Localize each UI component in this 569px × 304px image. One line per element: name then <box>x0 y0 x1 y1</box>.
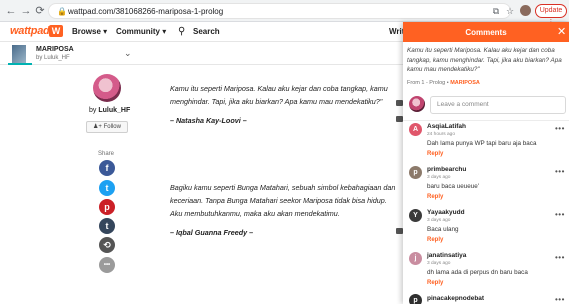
search-icon[interactable]: ⚲ <box>178 26 190 38</box>
author-byline: by Luluk_HF <box>89 107 130 114</box>
story-signature-2: – Iqbal Guanna Freedy – <box>170 228 254 237</box>
reply-button[interactable]: Reply <box>427 151 443 157</box>
inline-comment-icon[interactable] <box>396 116 403 122</box>
avatar[interactable]: A <box>409 123 422 136</box>
comment-author[interactable]: AsqiaLatifah <box>427 123 466 130</box>
comment-input[interactable]: Leave a comment <box>430 96 566 114</box>
forward-icon[interactable]: → <box>19 4 33 18</box>
pinterest-icon[interactable]: p <box>99 199 115 215</box>
chevron-down-icon[interactable]: ⌄ <box>124 48 132 59</box>
reply-button[interactable]: Reply <box>427 194 443 200</box>
avatar[interactable]: j <box>409 252 422 265</box>
reply-button[interactable]: Reply <box>427 280 443 286</box>
comments-panel: Comments ✕ Kamu itu seperti Mariposa. Ka… <box>403 22 569 304</box>
quote-source: From 1 - Prolog • MARIPOSA <box>407 80 480 86</box>
twitter-icon[interactable]: t <box>99 180 115 196</box>
more-options-icon[interactable]: ••• <box>555 296 565 304</box>
more-options-icon[interactable]: ••• <box>555 254 565 262</box>
tumblr-icon[interactable]: t <box>99 218 115 234</box>
comment-text: baru baca ueueue' <box>427 183 479 190</box>
comment-time: 3 days ago <box>427 261 451 266</box>
lock-icon: 🔒 <box>57 7 67 16</box>
search-input[interactable]: Search <box>193 27 220 36</box>
comments-title: Comments <box>465 28 507 37</box>
by-label: by <box>89 107 97 114</box>
more-share-icon[interactable]: ••• <box>99 257 115 273</box>
close-icon[interactable]: ✕ <box>557 25 566 39</box>
inline-comment-icon[interactable] <box>396 100 403 106</box>
bookmark-star-icon[interactable]: ☆ <box>504 5 516 17</box>
comment-author[interactable]: janatinsatiya <box>427 252 466 259</box>
facebook-icon[interactable]: f <box>99 160 115 176</box>
wattpad-logo[interactable]: wattpad <box>10 25 50 37</box>
comment-time: 24 hours ago <box>427 132 456 137</box>
update-button[interactable]: Update ⋮ <box>535 4 567 26</box>
quoted-paragraph: Kamu itu seperti Mariposa. Kalau aku kej… <box>407 47 562 73</box>
comment-author[interactable]: Yayaakyudd <box>427 209 465 216</box>
comment-author[interactable]: primbearchu <box>427 166 466 173</box>
comment-text: dh lama ada di perpus dn baru baca <box>427 269 528 276</box>
comments-header: Comments ✕ <box>403 22 569 42</box>
story-paragraph-2[interactable]: Bagiku kamu seperti Bunga Matahari, sebu… <box>170 181 396 220</box>
quote-source-chapter: From 1 - Prolog • <box>407 80 449 86</box>
follow-button[interactable]: ♟+ Follow <box>86 121 128 133</box>
story-author: by Luluk_HF <box>36 55 70 61</box>
divider <box>403 120 569 121</box>
story-cover[interactable] <box>12 45 26 63</box>
browse-menu[interactable]: Browse ▾ <box>72 27 107 36</box>
comment-author[interactable]: pinacakepnodebat <box>427 295 484 302</box>
reload-icon[interactable]: ⟳ <box>33 4 47 18</box>
share-label: Share <box>98 151 115 157</box>
story-signature-1: – Natasha Kay-Loovi – <box>170 116 247 125</box>
community-menu[interactable]: Community ▾ <box>116 27 166 36</box>
address-bar[interactable]: 🔒 wattpad.com/381068266-mariposa-1-prolo… <box>48 3 511 19</box>
story-title: MARIPOSA <box>36 46 74 53</box>
avatar[interactable]: Y <box>409 209 422 222</box>
translate-icon[interactable]: ⧉ <box>490 5 502 17</box>
url-text[interactable]: wattpad.com/381068266-mariposa-1-prolog <box>68 6 223 17</box>
avatar <box>409 96 425 112</box>
avatar[interactable]: p <box>409 294 422 304</box>
wattpad-logo-icon[interactable]: W <box>49 25 63 37</box>
profile-avatar[interactable] <box>520 5 531 16</box>
comment-time: 3 days ago <box>427 175 451 180</box>
story-paragraph-1[interactable]: Kamu itu seperti Mariposa. Kalau aku kej… <box>170 82 396 108</box>
more-options-icon[interactable]: ••• <box>555 168 565 176</box>
browser-toolbar: ← → ⟳ 🔒 wattpad.com/381068266-mariposa-1… <box>0 0 569 26</box>
reply-button[interactable]: Reply <box>427 237 443 243</box>
avatar[interactable]: p <box>409 166 422 179</box>
quote-source-story[interactable]: MARIPOSA <box>450 80 480 86</box>
link-icon[interactable]: ⟲ <box>99 237 115 253</box>
comment-time: 3 days ago <box>427 218 451 223</box>
back-icon[interactable]: ← <box>4 4 18 18</box>
comment-text: Baca ulang <box>427 226 459 233</box>
inline-comment-icon[interactable] <box>396 228 403 234</box>
comment-text: Dah lama punya WP tapi baru aja baca <box>427 140 537 147</box>
more-options-icon[interactable]: ••• <box>555 211 565 219</box>
active-indicator <box>8 63 32 65</box>
author-avatar[interactable] <box>93 74 121 102</box>
more-options-icon[interactable]: ••• <box>555 125 565 133</box>
author-name[interactable]: Luluk_HF <box>98 107 130 114</box>
